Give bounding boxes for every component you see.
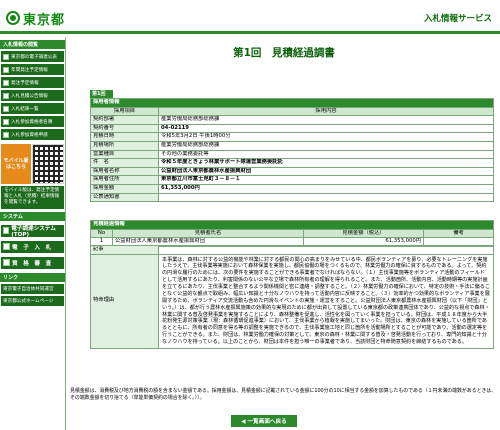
sidebar-item-label: 入札見積公告情報 <box>11 93 48 99</box>
doc-icon <box>3 259 10 267</box>
doc-icon <box>3 118 9 125</box>
col-remarks: 備考 <box>423 228 494 239</box>
sidebar-item-procurement[interactable]: 東京都の電子調達公表 <box>1 51 64 62</box>
row-label: 採用者住所 <box>90 175 159 185</box>
awardee-table: 採用者情報 採用項目 採用内容 契約部署 産業労働局総務部総務課 契約番号 04-02… <box>90 98 494 203</box>
row-value: 04-02119 <box>158 123 494 134</box>
table-row: 公表通知書 <box>90 192 494 203</box>
sidebar-section-title: 入札情報の閲覧 <box>0 40 65 49</box>
col-content: 採用内容 <box>158 106 494 117</box>
notes-table: 記事 特命理由 本事業は、森林に対する公益的機能や林業に対する都民の関心の高まりを… <box>90 245 494 349</box>
link-e-gov-joint[interactable]: 東京電子自治体共同運営 <box>1 283 64 294</box>
row-value: 公益財団法人東京都農林水産振興財団 <box>158 166 494 177</box>
special-reason-label: 特命理由 <box>90 253 159 349</box>
qr-code-icon <box>32 144 64 184</box>
sidebar-item-label: 年間発注予定情報 <box>11 67 48 73</box>
row-value: 令和５年度ときょう林業サポート隊運営業務委託託 <box>158 158 494 168</box>
logo-text: 東京都 <box>23 12 66 28</box>
row-value: 産業労働局総務部総務課 <box>158 140 494 151</box>
col-amount: 見積金額（税込） <box>303 228 424 239</box>
table-row: 見積日時 令和5年3月2日 午後1時00分 <box>90 132 494 142</box>
round-tag: 第1回 <box>90 90 113 98</box>
row-label: 公表通知書 <box>90 192 159 203</box>
col-item: 採用項目 <box>90 106 159 117</box>
sidebar-item-label: 入札参加資格者名簿 <box>11 119 53 125</box>
row-value: その他の業務委託等 <box>158 149 494 160</box>
button-label: 電 子 入 札 <box>12 244 52 251</box>
table-row: 件 名令和５年度ときょう林業サポート隊運営業務委託託 <box>90 158 494 168</box>
mobile-link[interactable]: モバイル版 はこちら <box>1 144 31 184</box>
e-procurement-top-button[interactable]: 電子調達システム(TOP) <box>1 224 64 238</box>
row-label: 件 名 <box>90 158 159 168</box>
sidebar-item-label: 発注予定情報 <box>11 80 39 86</box>
sidebar-item-annual-plan[interactable]: 年間発注予定情報 <box>1 64 64 75</box>
row-label: 見積日時 <box>90 132 159 142</box>
table-row: 営業種目 その他の業務委託等 <box>90 149 494 160</box>
doc-icon <box>3 105 9 112</box>
table-row: 見積場所 産業労働局総務部総務課 <box>90 140 494 151</box>
link-section-title: リンク <box>0 272 65 282</box>
mobile-note: モバイル版は、発注予定情報と入札（見積）結果情報を閲覧できます。 <box>1 186 64 209</box>
sidebar-item-qualified-list[interactable]: 入札参加資格者名簿 <box>1 116 64 127</box>
special-reason-text: 本事業は、森林に対する公益的機能や林業に対する都民の関心の高まりをみせている中、… <box>158 253 494 349</box>
row-label: 営業種目 <box>90 149 159 160</box>
row-label: 採用者名称 <box>90 166 159 177</box>
bid-table: 見積経過情報 No 見積者氏名 見積金額（税込） 備考 1 公益財団法人東京都農… <box>90 220 494 247</box>
table-row: 契約部署 産業労働局総務部総務課 <box>90 115 494 125</box>
col-no: No <box>90 228 113 239</box>
doc-icon <box>3 92 9 99</box>
sidebar-item-label: 入札参加資格申請 <box>11 132 48 138</box>
table-row: 採用者住所 東京都立川市富士見町３－８－１ <box>90 175 494 185</box>
notes-value <box>158 245 494 255</box>
page-title: 第1回 見積経過調書 <box>233 47 335 59</box>
row-value: 令和5年3月2日 午後1時00分 <box>158 132 494 142</box>
row-label: 見積場所 <box>90 140 159 151</box>
tokyo-emblem-icon <box>6 11 20 25</box>
system-section-title: システム <box>0 211 65 221</box>
bid-header: 見積経過情報 <box>90 220 494 230</box>
button-label: 資 格 審 査 <box>12 260 52 267</box>
sidebar-item-bid-results[interactable]: 入札結果一覧 <box>1 103 64 114</box>
tokyo-logo[interactable]: 東京都 <box>6 9 66 28</box>
button-label: 電子調達システム(TOP) <box>11 225 56 238</box>
table-row: 契約番号 04-02119 <box>90 123 494 134</box>
table-row: 採用者名称 公益財団法人東京都農林水産振興財団 <box>90 166 494 177</box>
link-tokyo-official[interactable]: 東京都公式ホームページ <box>1 295 64 306</box>
row-label: 契約番号 <box>90 123 159 134</box>
table-row: 採用金額 61,353,000円 <box>90 183 494 194</box>
footnote: 見積金額は、消費税及び地方消費税の額を含まない金額である。採用金額は、見積金額に… <box>70 388 497 401</box>
doc-icon <box>3 79 9 86</box>
sidebar-item-bid-notice[interactable]: 入札見積公告情報 <box>1 90 64 101</box>
doc-icon <box>3 66 9 73</box>
sidebar-item-qualification-apply[interactable]: 入札参加資格申請 <box>1 129 64 140</box>
qualification-review-button[interactable]: 資 格 審 査 <box>1 256 64 269</box>
sidebar: 入札情報の閲覧 東京都の電子調達公表 年間発注予定情報 発注予定情報 入札見積公… <box>0 37 66 430</box>
row-label: 採用金額 <box>90 183 159 194</box>
sidebar-item-order-plan[interactable]: 発注予定情報 <box>1 77 64 88</box>
back-to-list-button[interactable]: ◀ 一覧画面へ戻る <box>231 415 297 427</box>
sidebar-item-label: 入札結果一覧 <box>11 106 39 112</box>
doc-icon <box>3 131 9 138</box>
site-header: 東京都 入札情報サービス <box>0 0 500 34</box>
notes-label: 記事 <box>90 245 159 255</box>
row-value: 61,353,000円 <box>158 183 494 194</box>
row-label: 契約部署 <box>90 115 159 125</box>
row-value <box>158 192 494 203</box>
doc-icon <box>3 227 10 235</box>
doc-icon <box>3 53 9 60</box>
row-value: 東京都立川市富士見町３－８－１ <box>158 175 494 185</box>
doc-icon <box>3 243 10 251</box>
main-content: 第1回 見積経過調書 第1回 採用者情報 採用項目 採用内容 契約部署 産業労働局総… <box>70 37 498 430</box>
row-value: 産業労働局総務部総務課 <box>158 115 494 125</box>
awardee-header: 採用者情報 <box>90 98 494 108</box>
e-bidding-button[interactable]: 電 子 入 札 <box>1 240 64 253</box>
mobile-promo[interactable]: モバイル版 はこちら <box>1 144 64 184</box>
sidebar-item-label: 東京都の電子調達公表 <box>11 54 57 60</box>
service-title: 入札情報サービス <box>423 14 492 24</box>
col-name: 見積者氏名 <box>112 228 304 239</box>
